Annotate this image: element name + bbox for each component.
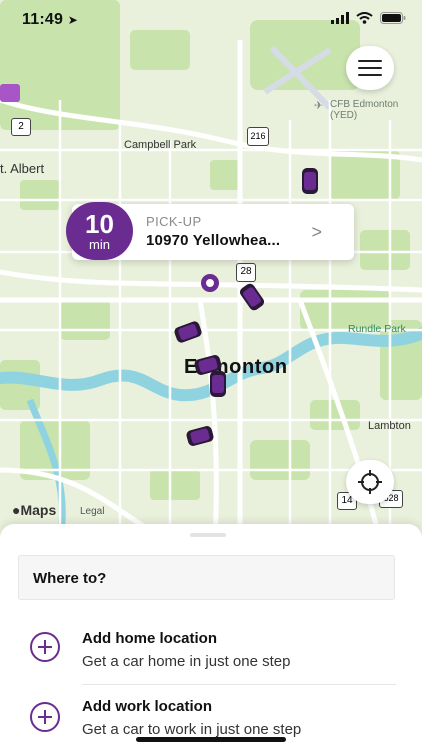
status-time-text: 11:49 <box>22 11 64 28</box>
eta-unit: min <box>89 237 110 252</box>
crosshair-icon <box>358 470 382 494</box>
add-work-subtitle: Get a car to work in just one step <box>82 721 302 738</box>
cfb-edmonton-code: (YED) <box>330 110 358 121</box>
divider <box>82 684 396 685</box>
add-home-subtitle: Get a car home in just one step <box>82 653 291 670</box>
pickup-label: PICK-UP <box>146 214 202 229</box>
highway-shield-216: 216 <box>247 127 269 146</box>
menu-button[interactable] <box>346 46 394 90</box>
hamburger-line <box>358 74 382 76</box>
maps-attribution-text: Maps <box>20 502 57 518</box>
home-indicator <box>136 737 286 742</box>
highway-shield-2: 2 <box>11 118 31 136</box>
map-label-st-albert: t. Albert <box>0 161 45 176</box>
car-icon <box>302 168 318 194</box>
plus-circle-icon <box>30 632 60 662</box>
pickup-address: 10970 Yellowhea... <box>146 232 281 249</box>
battery-icon <box>380 12 406 24</box>
map-label-rundle-park: Rundle Park <box>348 323 406 335</box>
map-label-campbell-park: Campbell Park <box>124 139 197 151</box>
signal-icon <box>331 12 349 24</box>
plus-circle-icon <box>30 702 60 732</box>
eta-badge: 10 min <box>66 202 133 260</box>
cfb-edmonton-name: CFB Edmonton <box>330 99 399 110</box>
maps-attribution: ●Maps <box>12 502 56 518</box>
sheet-grabber[interactable] <box>190 533 226 537</box>
add-home-title: Add home location <box>82 630 217 647</box>
map-label-lambton: Lambton <box>368 420 411 432</box>
hamburger-line <box>358 67 382 69</box>
legal-link[interactable]: Legal <box>80 506 104 517</box>
destination-search-text: Where to? <box>33 570 107 587</box>
car-icon <box>210 371 226 397</box>
status-icons <box>331 12 406 24</box>
destination-search[interactable]: Where to? <box>18 555 395 600</box>
landmark-icon <box>0 84 20 102</box>
status-time: 11:49 ➤ <box>22 11 78 29</box>
locate-button[interactable] <box>346 460 394 504</box>
airport-icon: ✈ <box>314 100 324 112</box>
map-label-cfb-edmonton: CFB Edmonton (YED) <box>330 99 398 121</box>
chevron-right-icon: > <box>311 222 322 242</box>
bottom-sheet: Where to? Add home location Get a car ho… <box>0 524 422 750</box>
pickup-pin-icon[interactable] <box>201 274 219 292</box>
status-bar: 11:49 ➤ <box>0 0 422 40</box>
eta-value: 10 <box>85 209 114 239</box>
hamburger-line <box>358 60 382 62</box>
add-work-title: Add work location <box>82 698 213 715</box>
highway-shield-28: 28 <box>236 263 256 282</box>
add-home-location-row[interactable]: Add home location Get a car home in just… <box>0 616 422 676</box>
wifi-icon <box>356 12 373 24</box>
location-arrow-icon: ➤ <box>67 13 78 27</box>
